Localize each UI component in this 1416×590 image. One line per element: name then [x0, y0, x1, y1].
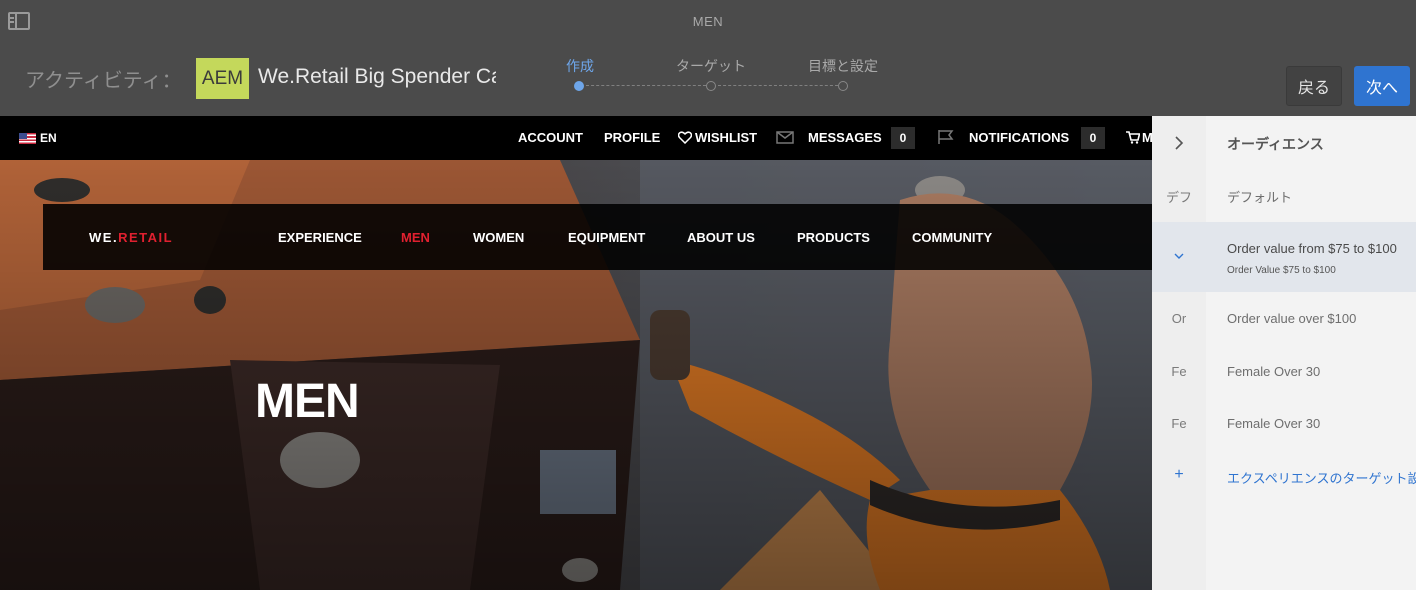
page-name: MEN	[692, 14, 724, 29]
hero-title: MEN	[255, 375, 360, 428]
site-main-nav: WE.RETAIL EXPERIENCE MEN WOMEN EQUIPMENT…	[43, 204, 1152, 270]
step-goals-dot[interactable]	[838, 81, 848, 91]
flag-icon	[938, 130, 954, 144]
plus-icon: +	[1174, 466, 1184, 483]
step-goals-settings[interactable]: 目標と設定	[808, 56, 878, 76]
audience-panel-header: オーディエンス	[1152, 116, 1416, 168]
nav-products[interactable]: PRODUCTS	[797, 230, 870, 245]
messages-count-badge: 0	[891, 127, 915, 149]
activity-title: We.Retail Big Spender Campaign	[258, 65, 496, 88]
step-target-dot[interactable]	[706, 81, 716, 91]
audience-item-abbr: Fe	[1171, 416, 1187, 431]
audience-item-abbr: デフ	[1165, 190, 1192, 205]
audience-item-label: Female Over 30	[1227, 416, 1321, 431]
nav-men[interactable]: MEN	[401, 230, 430, 245]
step-target[interactable]: ターゲット	[676, 56, 746, 76]
notifications-link[interactable]: NOTIFICATIONS	[969, 130, 1069, 145]
we-retail-logo[interactable]: WE.RETAIL	[89, 230, 173, 245]
wizard-steps: 作成 ターゲット 目標と設定	[540, 56, 900, 96]
account-link[interactable]: ACCOUNT	[518, 130, 583, 145]
language-selector[interactable]: EN	[19, 131, 57, 145]
add-targeting-row[interactable]: + エクスペリエンスのターゲット設定を追加	[1152, 448, 1416, 500]
nav-community[interactable]: COMMUNITY	[912, 230, 992, 245]
envelope-icon	[776, 131, 794, 144]
cart-icon	[1126, 131, 1140, 144]
audience-item-label: Order value from $75 to $100	[1227, 241, 1397, 256]
aem-badge: AEM	[196, 58, 249, 99]
page-preview: EN ACCOUNT PROFILE WISHLIST MESSAGES 0 N…	[0, 116, 1152, 590]
audience-panel: オーディエンス デフ デフォルト Order value from $75 to…	[1152, 116, 1416, 590]
messages-link[interactable]: MESSAGES	[808, 130, 882, 145]
step-create-dot[interactable]	[574, 81, 584, 91]
audience-item-sublabel: Order Value $75 to $100	[1227, 265, 1336, 276]
next-button[interactable]: 次へ	[1354, 66, 1410, 106]
audience-item[interactable]: Or Order value over $100	[1152, 292, 1416, 344]
nav-about-us[interactable]: ABOUT US	[687, 230, 755, 245]
wishlist-link[interactable]: WISHLIST	[695, 130, 757, 145]
nav-experience[interactable]: EXPERIENCE	[278, 230, 362, 245]
audience-item-label: Female Over 30	[1227, 364, 1321, 379]
audience-item-abbr: Or	[1171, 311, 1187, 326]
site-utility-bar: EN ACCOUNT PROFILE WISHLIST MESSAGES 0 N…	[0, 116, 1152, 160]
app-root: MEN アクティビティ： AEM We.Retail Big Spender C…	[0, 0, 1416, 590]
audience-item-abbr: Fe	[1171, 364, 1187, 379]
audience-item-label: デフォルト	[1227, 190, 1293, 205]
audience-item[interactable]: Fe Female Over 30	[1152, 344, 1416, 396]
nav-women[interactable]: WOMEN	[473, 230, 524, 245]
notifications-count-badge: 0	[1081, 127, 1105, 149]
audience-panel-title: オーディエンス	[1227, 136, 1324, 152]
logo-suffix: RETAIL	[118, 230, 174, 245]
back-button[interactable]: 戻る	[1286, 66, 1342, 106]
editor-toolbar: MEN アクティビティ： AEM We.Retail Big Spender C…	[0, 0, 1416, 116]
heart-icon	[678, 131, 692, 144]
step-create[interactable]: 作成	[566, 56, 594, 76]
audience-item[interactable]: デフ デフォルト	[1152, 168, 1416, 220]
audience-item-label: Order value over $100	[1227, 311, 1357, 326]
step-connector	[718, 85, 838, 86]
chevron-right-icon[interactable]	[1174, 136, 1184, 150]
logo-prefix: WE.	[89, 230, 119, 245]
audience-item-selected[interactable]: Order value from $75 to $100 Order Value…	[1152, 222, 1416, 292]
cart-link[interactable]: M	[1142, 130, 1152, 145]
nav-equipment[interactable]: EQUIPMENT	[568, 230, 645, 245]
step-connector	[586, 85, 706, 86]
add-experience-targeting-link[interactable]: エクスペリエンスのターゲット設定を追加	[1227, 468, 1416, 487]
chevron-down-icon[interactable]	[1174, 252, 1184, 260]
audience-item[interactable]: Fe Female Over 30	[1152, 396, 1416, 448]
profile-link[interactable]: PROFILE	[604, 130, 660, 145]
activity-label: アクティビティ：	[25, 70, 182, 92]
us-flag-icon	[19, 132, 36, 144]
language-label: EN	[40, 131, 57, 145]
